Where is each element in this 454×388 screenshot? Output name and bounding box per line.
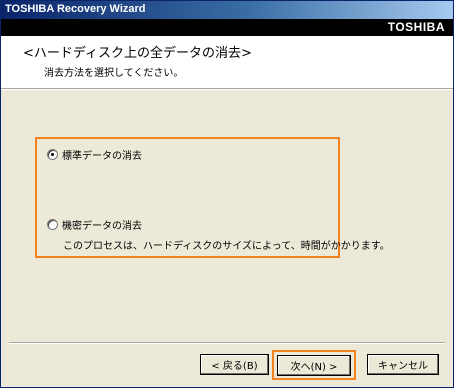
footer-divider [9,342,445,344]
cancel-button[interactable]: キャンセル [367,354,439,375]
page-heading: <ハードディスク上の全データの消去> [23,46,252,61]
back-button[interactable]: < 戻る(B) [200,354,269,375]
option-standard-erase[interactable]: 標準データの消去 [47,147,142,162]
header-divider [1,88,453,90]
option-standard-erase-label: 標準データの消去 [62,151,142,162]
next-button[interactable]: 次へ(N) > [277,355,351,376]
recovery-wizard-window: TOSHIBA Recovery Wizard TOSHIBA <ハードディスク… [0,0,454,388]
title-bar: TOSHIBA Recovery Wizard [1,1,453,19]
radio-standard-erase[interactable] [47,149,58,160]
option-secure-erase-label: 機密データの消去 [62,221,142,232]
option-secure-erase[interactable]: 機密データの消去 [47,217,142,232]
radio-secure-erase[interactable] [47,219,58,230]
page-subheading: 消去方法を選択してください。 [44,68,184,79]
brand-bar: TOSHIBA [1,19,453,36]
toshiba-logo: TOSHIBA [387,20,445,34]
window-title: TOSHIBA Recovery Wizard [5,3,146,15]
header-panel: <ハードディスク上の全データの消去> 消去方法を選択してください。 [1,36,453,88]
secure-erase-note: このプロセスは、ハードディスクのサイズによって、時間がかかります。 [63,241,390,252]
